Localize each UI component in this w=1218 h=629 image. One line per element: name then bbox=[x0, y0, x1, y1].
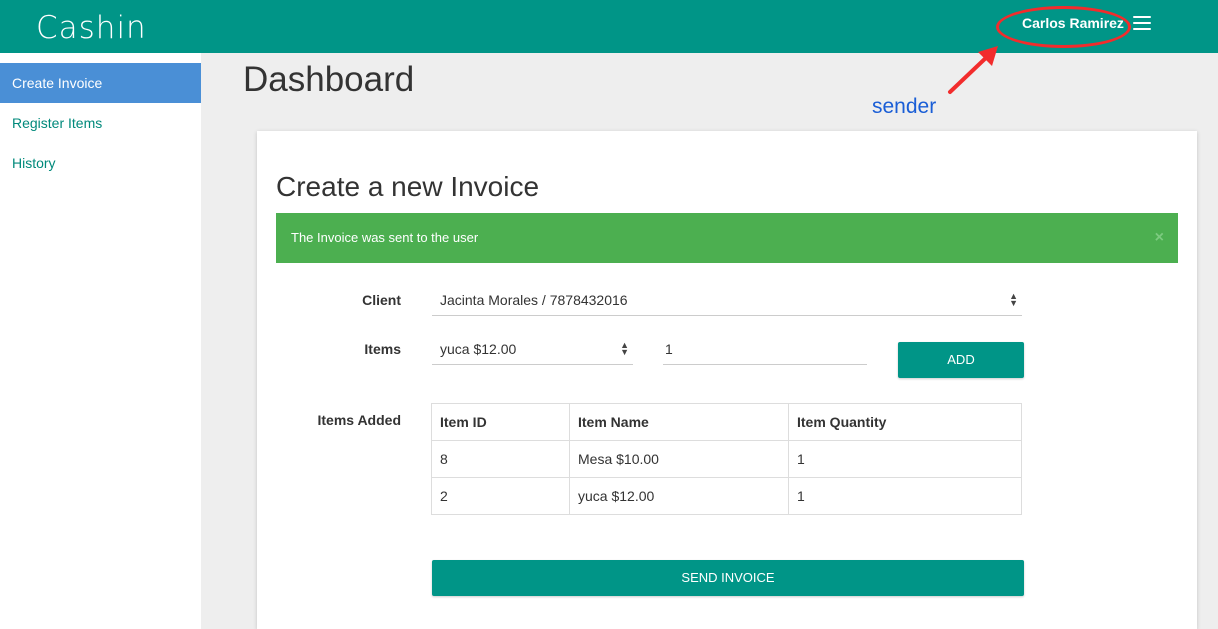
table-cell: 8 bbox=[431, 440, 570, 478]
annotation-arrow-icon bbox=[948, 46, 998, 94]
table-cell: 1 bbox=[788, 477, 1022, 515]
success-alert: The Invoice was sent to the user × bbox=[276, 213, 1178, 263]
table-cell: Mesa $10.00 bbox=[569, 440, 789, 478]
send-invoice-button[interactable]: SEND INVOICE bbox=[432, 560, 1024, 596]
sidebar: Create Invoice Register Items History bbox=[0, 53, 201, 629]
add-button[interactable]: ADD bbox=[898, 342, 1024, 378]
annotation-ellipse bbox=[996, 6, 1131, 48]
client-select-value: Jacinta Morales / 7878432016 bbox=[440, 292, 628, 308]
hamburger-menu-icon[interactable] bbox=[1133, 16, 1151, 30]
client-select[interactable]: Jacinta Morales / 7878432016 ▲ ▼ bbox=[432, 285, 1022, 316]
sidebar-item-history[interactable]: History bbox=[0, 143, 201, 183]
items-label: Items bbox=[364, 341, 401, 357]
items-added-label: Items Added bbox=[317, 412, 402, 428]
select-arrows-icon: ▲ ▼ bbox=[620, 340, 629, 357]
item-select[interactable]: yuca $12.00 ▲ ▼ bbox=[432, 334, 633, 365]
page-title: Dashboard bbox=[243, 60, 415, 99]
column-header: Item Name bbox=[569, 403, 789, 441]
card-title: Create a new Invoice bbox=[276, 171, 540, 202]
table-cell: yuca $12.00 bbox=[569, 477, 789, 515]
column-header: Item ID bbox=[431, 403, 570, 441]
quantity-input[interactable]: 1 bbox=[663, 334, 867, 365]
items-table: Item ID Item Name Item Quantity 8 Mesa $… bbox=[431, 403, 1022, 515]
brand-logo[interactable]: Cashin bbox=[36, 10, 147, 46]
alert-message: The Invoice was sent to the user bbox=[291, 230, 479, 245]
table-row: 2 yuca $12.00 1 bbox=[431, 477, 1022, 515]
client-label: Client bbox=[362, 292, 401, 308]
select-arrows-icon: ▲ ▼ bbox=[1009, 291, 1018, 308]
item-select-value: yuca $12.00 bbox=[440, 341, 517, 357]
table-cell: 2 bbox=[431, 477, 570, 515]
table-cell: 1 bbox=[788, 440, 1022, 478]
table-header-row: Item ID Item Name Item Quantity bbox=[431, 403, 1022, 441]
close-icon[interactable]: × bbox=[1155, 213, 1164, 263]
sidebar-item-register-items[interactable]: Register Items bbox=[0, 103, 201, 143]
table-row: 8 Mesa $10.00 1 bbox=[431, 440, 1022, 478]
column-header: Item Quantity bbox=[788, 403, 1022, 441]
invoice-card: Create a new Invoice The Invoice was sen… bbox=[257, 131, 1197, 629]
sidebar-item-create-invoice[interactable]: Create Invoice bbox=[0, 63, 201, 103]
annotation-label: sender bbox=[872, 95, 937, 118]
